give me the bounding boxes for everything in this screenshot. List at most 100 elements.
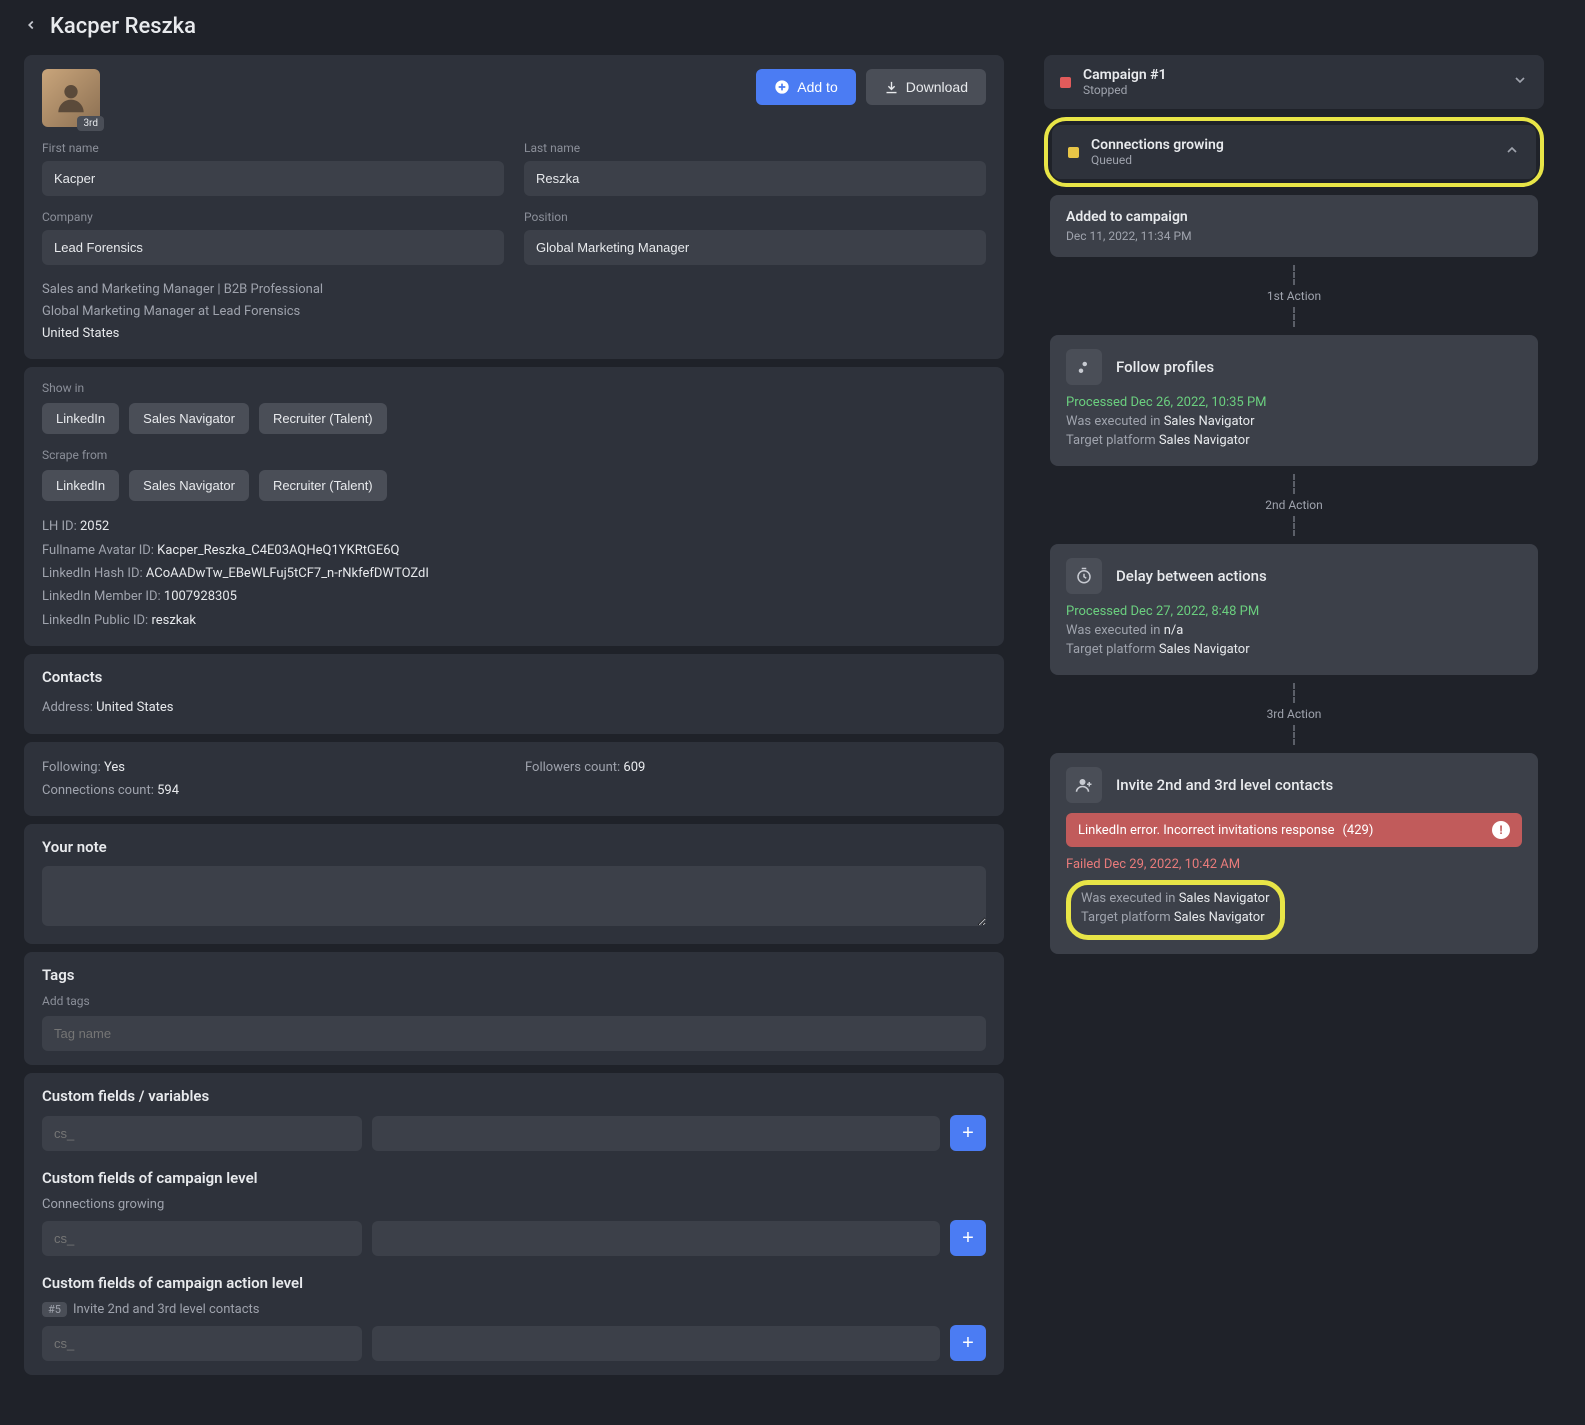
lh-id-label: LH ID: (42, 519, 77, 534)
a1-exec-label: Was executed in (1066, 414, 1160, 429)
a2-target-label: Target platform (1066, 642, 1156, 657)
page-title: Kacper Reszka (50, 14, 196, 39)
cf-action-val-input[interactable] (372, 1326, 940, 1361)
cf-camp-add-button[interactable]: + (950, 1220, 986, 1256)
address-label: Address: (42, 700, 93, 715)
cf-action-add-button[interactable]: + (950, 1325, 986, 1361)
highlight-campaign: Connections growing Queued (1044, 117, 1544, 187)
last-name-input[interactable] (524, 161, 986, 196)
company-input[interactable] (42, 230, 504, 265)
scrape-from-recruiter[interactable]: Recruiter (Talent) (259, 470, 387, 501)
scrape-from-linkedin[interactable]: LinkedIn (42, 470, 119, 501)
show-in-linkedin[interactable]: LinkedIn (42, 403, 119, 434)
action-3-title: Invite 2nd and 3rd level contacts (1116, 776, 1333, 794)
a2-proc-label: Processed (1066, 604, 1127, 619)
cf-action-badge: #5 (42, 1302, 67, 1317)
cf-action-key-input[interactable] (42, 1326, 362, 1361)
a2-target-val: Sales Navigator (1159, 642, 1250, 657)
lh-id: 2052 (80, 519, 109, 534)
a2-exec-label: Was executed in (1066, 623, 1160, 638)
first-name-input[interactable] (42, 161, 504, 196)
error-code: (429) (1342, 823, 1373, 838)
note-card: Your note (24, 824, 1004, 944)
cf-val-input[interactable] (372, 1116, 940, 1151)
show-in-recruiter[interactable]: Recruiter (Talent) (259, 403, 387, 434)
a3-target-label: Target platform (1081, 910, 1171, 925)
alert-icon: ! (1492, 821, 1510, 839)
avatar-id: Kacper_Reszka_C4E03AQHeQ1YKRtGE6Q (157, 543, 399, 558)
chevron-down-icon (1512, 72, 1528, 92)
contacts-card: Contacts Address: United States (24, 654, 1004, 733)
action-1-label: 1st Action (1267, 289, 1321, 303)
scrape-from-sales-navigator[interactable]: Sales Navigator (129, 470, 249, 501)
position-input[interactable] (524, 230, 986, 265)
cf-camp-sub: Connections growing (42, 1197, 986, 1212)
first-name-label: First name (42, 141, 504, 155)
following-value: Yes (104, 760, 125, 775)
position-label: Position (524, 210, 986, 224)
a1-target-label: Target platform (1066, 433, 1156, 448)
campaign-item-2[interactable]: Connections growing Queued (1052, 125, 1536, 179)
followers-label: Followers count: (525, 760, 620, 775)
member-id: 1007928305 (164, 589, 237, 604)
action-3-card: Invite 2nd and 3rd level contacts Linked… (1050, 753, 1538, 954)
add-tags-label: Add tags (42, 994, 986, 1008)
location: United States (42, 323, 986, 345)
action-2-label: 2nd Action (1265, 498, 1323, 512)
action-2-title: Delay between actions (1116, 567, 1267, 585)
add-to-button[interactable]: Add to (756, 69, 855, 105)
chevron-up-icon (1504, 142, 1520, 162)
subheadline: Global Marketing Manager at Lead Forensi… (42, 301, 986, 323)
action-2-card: Delay between actions Processed Dec 27, … (1050, 544, 1538, 675)
follow-card: Following: Yes Followers count: 609 Conn… (24, 742, 1004, 817)
cf-action-title: Custom fields of campaign action level (42, 1274, 986, 1292)
action-1-title: Follow profiles (1116, 358, 1214, 376)
download-button[interactable]: Download (866, 69, 986, 105)
a3-exec-val: Sales Navigator (1179, 891, 1270, 906)
public-id: reszkak (151, 613, 196, 628)
contacts-title: Contacts (42, 668, 986, 686)
show-in-label: Show in (42, 381, 986, 395)
a3-target-val: Sales Navigator (1174, 910, 1265, 925)
a1-proc-ts: Dec 26, 2022, 10:35 PM (1130, 395, 1266, 410)
profile-card: 3rd Add to Download (24, 55, 1004, 359)
hash-id-label: LinkedIn Hash ID: (42, 566, 143, 581)
following-label: Following: (42, 760, 101, 775)
error-msg: LinkedIn error. Incorrect invitations re… (1078, 823, 1334, 838)
tag-name-input[interactable] (42, 1016, 986, 1051)
connections-label: Connections count: (42, 783, 154, 798)
added-ts: Dec 11, 2022, 11:34 PM (1066, 229, 1522, 243)
campaign-2-status: Queued (1091, 153, 1224, 167)
note-title: Your note (42, 838, 986, 856)
a2-exec-val: n/a (1164, 623, 1184, 638)
show-in-sales-navigator[interactable]: Sales Navigator (129, 403, 249, 434)
cf-camp-val-input[interactable] (372, 1221, 940, 1256)
tags-card: Tags Add tags (24, 952, 1004, 1065)
last-name-label: Last name (524, 141, 986, 155)
status-dot-stopped (1060, 77, 1071, 88)
cf-camp-key-input[interactable] (42, 1221, 362, 1256)
campaign-1-title: Campaign #1 (1083, 67, 1167, 83)
added-title: Added to campaign (1066, 209, 1522, 225)
back-button[interactable] (24, 18, 38, 35)
campaign-1-status: Stopped (1083, 83, 1167, 97)
campaign-2-title: Connections growing (1091, 137, 1224, 153)
a3-fail-ts: Dec 29, 2022, 10:42 AM (1104, 857, 1240, 872)
headline: Sales and Marketing Manager | B2B Profes… (42, 279, 986, 301)
campaign-item-1[interactable]: Campaign #1 Stopped (1044, 55, 1544, 109)
cf-key-input[interactable] (42, 1116, 362, 1151)
followers-value: 609 (623, 760, 645, 775)
a2-proc-ts: Dec 27, 2022, 8:48 PM (1130, 604, 1259, 619)
degree-badge: 3rd (77, 116, 104, 131)
address-value: United States (96, 700, 173, 715)
status-dot-queued (1068, 147, 1079, 158)
cf-action-sub: Invite 2nd and 3rd level contacts (73, 1302, 260, 1317)
company-label: Company (42, 210, 504, 224)
a3-fail-label: Failed (1066, 857, 1101, 872)
cf-add-button[interactable]: + (950, 1115, 986, 1151)
note-textarea[interactable] (42, 866, 986, 926)
add-to-label: Add to (797, 79, 837, 95)
cf-title: Custom fields / variables (42, 1087, 986, 1105)
avatar: 3rd (42, 69, 100, 127)
tags-title: Tags (42, 966, 986, 984)
